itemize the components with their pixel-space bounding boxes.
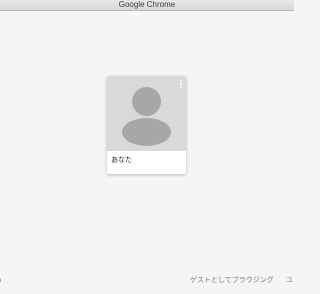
vertical-dots-icon[interactable] — [178, 80, 184, 90]
window-title: Google Chrome — [118, 0, 176, 9]
footer-right-fragment[interactable]: ユ — [286, 276, 294, 286]
title-bar: Google Chrome — [0, 0, 294, 11]
browse-as-guest-link[interactable]: ゲストとしてブラウジング — [190, 276, 274, 286]
avatar-head-icon — [132, 87, 161, 116]
footer-left-fragment[interactable]: n — [0, 276, 1, 286]
profile-name: あなた — [111, 157, 132, 164]
profile-card[interactable]: あなた — [107, 76, 186, 174]
chrome-profile-picker-window: Google Chrome あなた n ゲストとしてブラウジング ユ — [0, 0, 294, 294]
avatar-body-icon — [122, 118, 171, 146]
profile-avatar — [107, 76, 186, 151]
